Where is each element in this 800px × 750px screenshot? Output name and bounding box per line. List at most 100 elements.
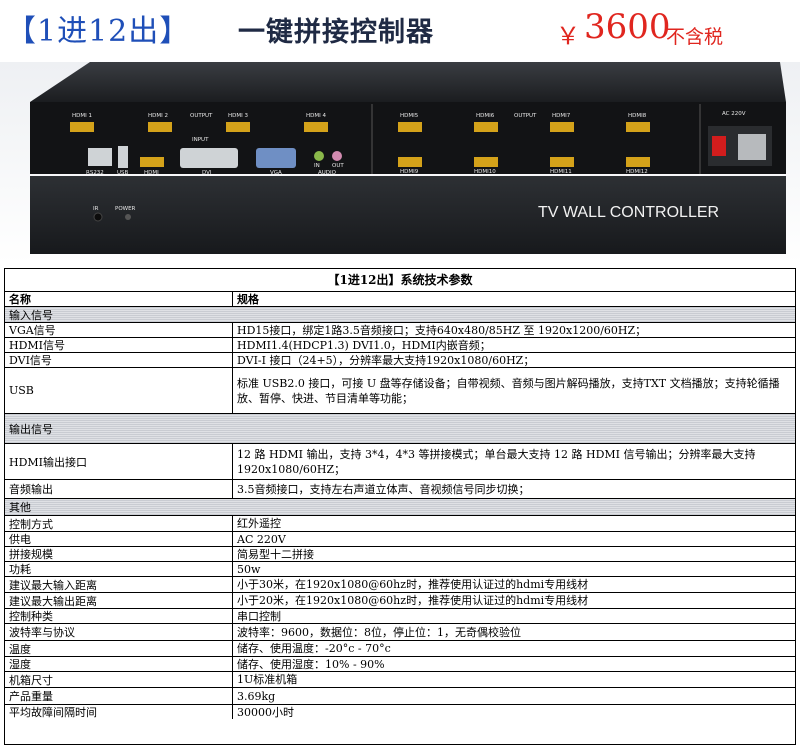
device-top xyxy=(30,62,786,102)
spec-name: HDMI输出接口 xyxy=(5,444,233,479)
label-ac-220v: AC 220V xyxy=(722,111,746,117)
label-hdmi3: HDMI 3 xyxy=(228,113,248,119)
spec-name: 机箱尺寸 xyxy=(5,672,233,687)
front-label-tv-wall-controller: TV WALL CONTROLLER xyxy=(538,204,719,221)
spec-value: 储存、使用湿度：10% - 90% xyxy=(237,657,385,671)
spec-name: 控制种类 xyxy=(5,609,233,623)
label-hdmi-in: HDMI xyxy=(144,170,159,176)
label-ir: IR xyxy=(93,206,99,212)
spec-row: 建议最大输入距离 小于30米，在1920x1080@60hz时，推荐使用认证过的h… xyxy=(5,577,795,593)
spec-section-row: 输入信号 xyxy=(5,307,795,323)
spec-value: 30000小时 xyxy=(237,705,294,719)
label-hdmi6: HDMI6 xyxy=(476,113,495,119)
power-socket xyxy=(738,134,766,160)
spec-row: 产品重量 3.69kg xyxy=(5,688,795,705)
spec-row: 功耗 50w xyxy=(5,562,795,577)
spec-row: HDMI输出接口 12 路 HDMI 输出，支持 3*4，4*3 等拼接模式；单台… xyxy=(5,444,795,480)
label-hdmi11: HDMI11 xyxy=(550,169,572,175)
label-usb: USB xyxy=(117,170,129,176)
hdmi-input-port xyxy=(140,157,164,167)
power-switch xyxy=(712,136,726,156)
spec-row: 供电 AC 220V xyxy=(5,532,795,547)
spec-header-row: 名称 规格 xyxy=(5,292,795,307)
spec-row: 湿度 储存、使用湿度：10% - 90% xyxy=(5,657,795,672)
spec-value: 简易型十二拼接 xyxy=(237,547,314,561)
spec-value: AC 220V xyxy=(237,532,286,546)
banner-model-title: 【1进12出】 xyxy=(6,14,191,49)
audio-out-jack xyxy=(332,151,342,161)
spec-value: 12 路 HDMI 输出，支持 3*4，4*3 等拼接模式；单台最大支持 12 … xyxy=(237,447,756,476)
power-led xyxy=(125,214,131,220)
spec-name: 供电 xyxy=(5,532,233,546)
spec-table-body: 名称 规格 输入信号 VGA信号 HD15接口，绑定1路3.5音频接口；支持640x… xyxy=(5,292,795,719)
banner-headline: 一键拼接控制器 xyxy=(238,17,434,48)
spec-row: 音频输出 3.5音频接口，支持左右声道立体声、音视频信号同步切换； xyxy=(5,480,795,499)
label-rs232: RS232 xyxy=(86,170,104,176)
spec-name: 波特率与协议 xyxy=(5,624,233,640)
label-hdmi7: HDMI7 xyxy=(552,113,571,119)
device-photo: HDMI 1 HDMI 2 OUTPUT HDMI 3 HDMI 4 HDMI5… xyxy=(0,62,800,264)
spec-name: USB xyxy=(5,368,233,413)
header-name: 名称 xyxy=(5,292,233,306)
spec-section-row: 其他 xyxy=(5,499,795,516)
banner: 【1进12出】 一键拼接控制器 ￥ 3600 不含税 xyxy=(0,0,800,60)
section-title: 输入信号 xyxy=(9,308,53,322)
spec-value: 串口控制 xyxy=(237,609,281,623)
label-audio-in: IN xyxy=(314,163,320,169)
label-input: INPUT xyxy=(192,137,209,143)
spec-value: 红外遥控 xyxy=(237,517,281,530)
spec-row: 机箱尺寸 1U标准机箱 xyxy=(5,672,795,688)
label-hdmi8: HDMI8 xyxy=(628,113,647,119)
spec-value: 储存、使用温度：-20°c - 70°c xyxy=(237,642,391,655)
spec-value: HDMI1.4(HDCP1.3) DVI1.0，HDMI内嵌音频； xyxy=(237,338,491,352)
spec-name: 拼接规模 xyxy=(5,547,233,561)
audio-in-jack xyxy=(314,151,324,161)
price-note: 不含税 xyxy=(666,26,724,48)
price-value: 3600 xyxy=(584,7,671,47)
spec-value: 小于30米，在1920x1080@60hz时，推荐使用认证过的hdmi专用线材 xyxy=(237,578,589,591)
label-hdmi4: HDMI 4 xyxy=(306,113,326,119)
spec-row: 建议最大输出距离 小于20米，在1920x1080@60hz时，推荐使用认证过的h… xyxy=(5,593,795,609)
section-title: 输出信号 xyxy=(9,422,53,436)
spec-name: 温度 xyxy=(5,641,233,656)
section-title: 其他 xyxy=(9,501,31,514)
spec-name: 音频输出 xyxy=(5,480,233,498)
spec-name: 建议最大输入距离 xyxy=(5,577,233,592)
usb-port xyxy=(118,146,128,168)
label-hdmi5: HDMI5 xyxy=(400,113,419,119)
spec-row: USB 标准 USB2.0 接口，可接 U 盘等存储设备；自带视频、音频与图片解码… xyxy=(5,368,795,414)
label-vga: VGA xyxy=(270,170,282,176)
spec-table: 【1进12出】系统技术参数 名称 规格 输入信号 VGA信号 HD15接口，绑定1路… xyxy=(4,268,796,745)
label-audio: AUDIO xyxy=(318,170,337,176)
label-hdmi12: HDMI12 xyxy=(626,169,648,175)
spec-row: 温度 储存、使用温度：-20°c - 70°c xyxy=(5,641,795,657)
spec-name: VGA信号 xyxy=(5,323,233,337)
spec-section-row: 输出信号 xyxy=(5,414,795,444)
label-hdmi1: HDMI 1 xyxy=(72,113,92,119)
spec-name: 控制方式 xyxy=(5,516,233,531)
label-output-left: OUTPUT xyxy=(190,113,213,119)
label-audio-out: OUT xyxy=(332,163,344,169)
spec-value: 1U标准机箱 xyxy=(237,673,298,686)
spec-name: 平均故障间隔时间 xyxy=(5,705,233,719)
spec-name: 建议最大输出距离 xyxy=(5,593,233,608)
spec-value: 3.5音频接口，支持左右声道立体声、音视频信号同步切换； xyxy=(237,482,530,496)
spec-row: 控制种类 串口控制 xyxy=(5,609,795,624)
spec-row: 波特率与协议 波特率：9600，数据位：8位，停止位：1，无奇偶校验位 xyxy=(5,624,795,641)
spec-name: 功耗 xyxy=(5,562,233,576)
rs232-port xyxy=(88,148,112,166)
dvi-port xyxy=(180,148,238,168)
spec-value: 50w xyxy=(237,562,261,576)
device-illustration: HDMI 1 HDMI 2 OUTPUT HDMI 3 HDMI 4 HDMI5… xyxy=(30,62,786,254)
spec-row: 平均故障间隔时间 30000小时 xyxy=(5,705,795,719)
spec-value: 3.69kg xyxy=(237,689,276,703)
label-hdmi2: HDMI 2 xyxy=(148,113,168,119)
spec-row: DVI信号 DVI-I 接口（24+5），分辨率最大支持1920x1080/60H… xyxy=(5,353,795,368)
spec-value: HD15接口，绑定1路3.5音频接口；支持640x480/85HZ 至 1920… xyxy=(237,323,647,337)
label-output-right: OUTPUT xyxy=(514,113,537,119)
spec-name: 产品重量 xyxy=(5,688,233,704)
ir-receiver xyxy=(93,212,103,222)
spec-row: HDMI信号 HDMI1.4(HDCP1.3) DVI1.0，HDMI内嵌音频； xyxy=(5,338,795,353)
header-spec: 规格 xyxy=(237,292,259,306)
spec-row: 拼接规模 简易型十二拼接 xyxy=(5,547,795,562)
